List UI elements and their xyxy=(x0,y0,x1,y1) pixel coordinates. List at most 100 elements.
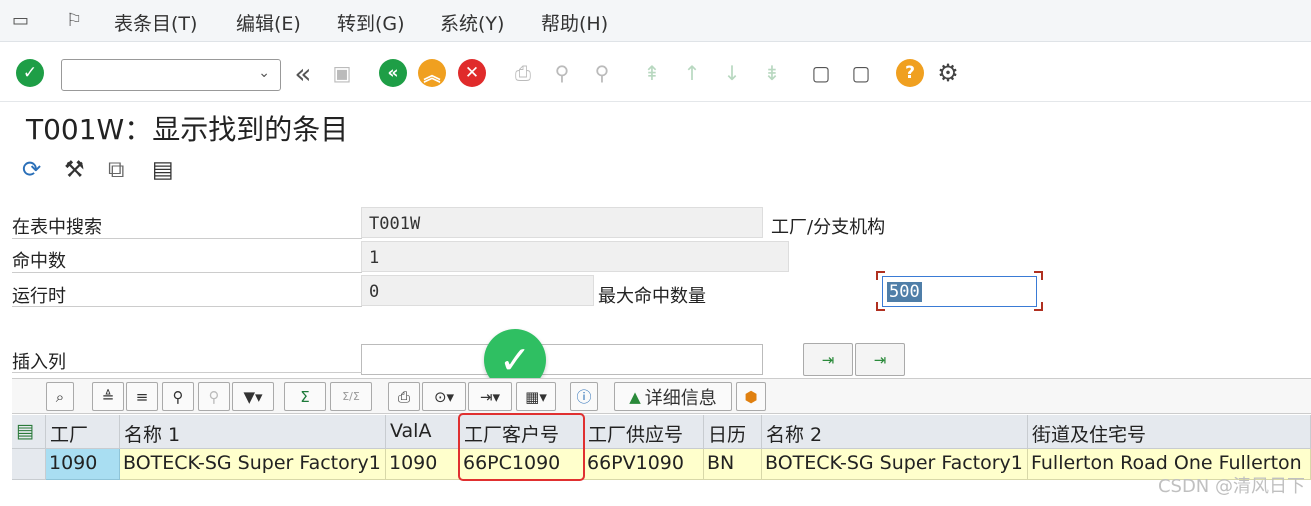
sort-descending-button[interactable]: ≡ xyxy=(126,382,158,411)
print-icon[interactable]: ⎙ xyxy=(507,57,539,89)
document-icon[interactable]: ▤ xyxy=(152,157,174,183)
find-button[interactable]: ⚲ xyxy=(162,382,194,411)
export-button[interactable]: ⇥▾ xyxy=(468,382,512,411)
layout-icon: ▦▾ xyxy=(525,387,547,406)
details-view-button[interactable]: ⌕ xyxy=(46,382,74,411)
graphic-button[interactable]: ⬢ xyxy=(736,382,766,411)
command-field[interactable]: ⌄ xyxy=(61,59,281,91)
divider xyxy=(12,306,362,307)
table-cell[interactable]: BOTECK-SG Super Factory1 xyxy=(762,449,1028,480)
move-icon: ⇥ xyxy=(873,350,887,369)
subtotal-button[interactable]: Σ/Σ xyxy=(330,382,372,411)
menu-flag-icon[interactable]: ⚐ xyxy=(66,10,82,31)
focus-corner xyxy=(1034,271,1043,280)
column-header[interactable]: 名称 1 xyxy=(120,415,386,449)
table-cell[interactable]: BOTECK-SG Super Factory1 xyxy=(120,449,386,480)
refresh-icon[interactable]: ⟳ xyxy=(22,157,41,183)
help-button[interactable]: ? xyxy=(894,57,926,89)
column-header[interactable]: 街道及住宅号 xyxy=(1028,415,1311,449)
divider xyxy=(12,372,362,373)
print-icon: ⎙ xyxy=(397,387,410,406)
sort-ascending-button[interactable]: ≜ xyxy=(92,382,124,411)
dropdown-chevron-icon[interactable]: ⌄ xyxy=(258,65,270,81)
menu-help[interactable]: 帮助(H) xyxy=(541,9,608,36)
highlight-box xyxy=(458,413,585,481)
table-cell[interactable]: BN xyxy=(704,449,762,480)
column-header[interactable]: 工厂 xyxy=(46,415,120,449)
hits-label: 命中数 xyxy=(12,251,66,272)
binoculars-plus-icon: ⚲ xyxy=(208,387,220,406)
runtime-label: 运行时 xyxy=(12,286,66,307)
detail-icon: ⌕ xyxy=(55,387,65,406)
focus-corner xyxy=(1034,302,1043,311)
table-cell[interactable]: 1090 xyxy=(46,449,120,480)
exit-button[interactable]: ︽ xyxy=(416,57,448,89)
view-button[interactable]: ⊙▾ xyxy=(422,382,466,411)
back-icon: « xyxy=(379,59,407,87)
sort-descending-icon: ≡ xyxy=(135,387,149,406)
filter-icon: ▼▾ xyxy=(243,387,263,406)
graphic-icon: ⬢ xyxy=(744,387,758,406)
select-all-button[interactable]: ▤ xyxy=(12,415,46,449)
details-label: 详细信息 xyxy=(644,387,717,409)
find-next-icon[interactable]: ⚲ xyxy=(586,57,618,89)
max-hits-input[interactable]: 500 xyxy=(882,276,1037,307)
collapse-command-button[interactable]: « xyxy=(287,57,319,90)
table-cell[interactable]: 66PV1090 xyxy=(584,449,704,480)
column-header[interactable]: 日历 xyxy=(704,415,762,449)
page-title: T001W：显示找到的条目 xyxy=(26,113,349,146)
focus-corner xyxy=(876,271,885,280)
menu-customize-icon[interactable]: ▭ xyxy=(12,10,29,31)
menu-bar: ▭ ⚐ 表条目(T) 编辑(E) 转到(G) 系统(Y) 帮助(H) xyxy=(0,0,1311,42)
find-next-button[interactable]: ⚲ xyxy=(198,382,230,411)
menu-system[interactable]: 系统(Y) xyxy=(440,9,504,36)
print-button[interactable]: ⎙ xyxy=(388,382,420,411)
menu-table-entry[interactable]: 表条目(T) xyxy=(114,9,197,36)
sum-label: Σ xyxy=(300,387,310,406)
check-icon: ✓ xyxy=(16,59,44,87)
row-selector[interactable] xyxy=(12,449,46,480)
last-page-icon[interactable]: ⇟ xyxy=(756,57,788,89)
search-table-field: T001W xyxy=(361,207,763,238)
save-icon[interactable]: ▣ xyxy=(326,57,358,89)
exit-icon: ︽ xyxy=(418,59,446,87)
filter-button[interactable]: ▼▾ xyxy=(232,382,274,411)
enter-button[interactable]: ✓ xyxy=(14,57,46,89)
watermark: CSDN @清风日下 xyxy=(1157,476,1305,497)
view-icon: ⊙▾ xyxy=(433,387,455,406)
mountain-icon: ▲ xyxy=(629,387,641,406)
column-header[interactable]: 名称 2 xyxy=(762,415,1028,449)
back-button[interactable]: « xyxy=(377,57,409,89)
remove-column-button[interactable]: ⇥ xyxy=(855,343,905,376)
max-hits-value: 500 xyxy=(887,282,922,302)
next-page-icon[interactable]: ↓ xyxy=(716,57,748,89)
previous-page-icon[interactable]: ↑ xyxy=(676,57,708,89)
new-session-icon[interactable]: ▢ xyxy=(805,57,837,89)
table-cell[interactable]: 1090 xyxy=(386,449,460,480)
layout-button[interactable]: ▦▾ xyxy=(516,382,556,411)
shortcut-icon[interactable]: ▢ xyxy=(845,57,877,89)
menu-edit[interactable]: 编辑(E) xyxy=(236,9,301,36)
info-button[interactable]: ⓘ xyxy=(570,382,598,411)
table-description: 工厂/分支机构 xyxy=(771,217,886,238)
details-button[interactable]: ▲ 详细信息 xyxy=(614,382,732,411)
settings-gear-icon[interactable]: ⚙ xyxy=(932,57,964,89)
find-icon[interactable]: ⚲ xyxy=(546,57,578,89)
sum-button[interactable]: Σ xyxy=(284,382,326,411)
info-icon: ⓘ xyxy=(576,388,592,406)
menu-goto[interactable]: 转到(G) xyxy=(337,9,405,36)
puzzle-icon[interactable]: ⧉ xyxy=(108,157,124,183)
column-header[interactable]: 工厂供应号 xyxy=(584,415,704,449)
cancel-button[interactable]: ✕ xyxy=(456,57,488,89)
insert-column-input[interactable] xyxy=(361,344,763,375)
column-header[interactable]: ValA xyxy=(386,415,460,449)
first-page-icon[interactable]: ⇞ xyxy=(636,57,668,89)
help-icon: ? xyxy=(896,59,924,87)
cancel-icon: ✕ xyxy=(458,59,486,87)
subtotal-label: Σ/Σ xyxy=(342,390,360,403)
insert-column-button[interactable]: ⇥ xyxy=(803,343,853,376)
alv-toolbar: ⌕ ≜ ≡ ⚲ ⚲ ▼▾ Σ Σ/Σ ⎙ ⊙▾ ⇥▾ ▦▾ ⓘ ▲ 详细信息 ⬢ xyxy=(12,378,1311,414)
technical-settings-icon[interactable]: ⚒ xyxy=(64,157,85,183)
hits-field: 1 xyxy=(361,241,789,272)
divider xyxy=(12,272,362,273)
